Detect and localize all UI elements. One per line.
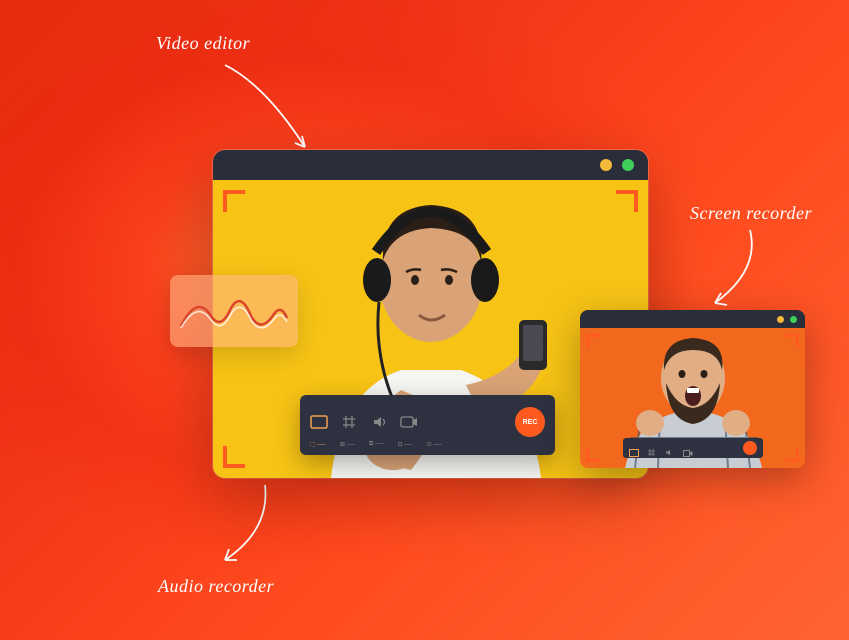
crop-mark-icon	[223, 446, 245, 468]
screen-area-icon[interactable]	[629, 444, 639, 452]
camera-icon[interactable]	[400, 415, 418, 429]
screen-recorder-window	[580, 310, 805, 468]
screen-recorder-label: Screen recorder	[690, 203, 812, 224]
minimize-icon[interactable]	[600, 159, 612, 171]
small-titlebar	[580, 310, 805, 328]
crop-icon[interactable]	[647, 444, 657, 452]
crop-mark-icon	[616, 190, 638, 212]
main-titlebar	[213, 150, 648, 180]
audio-icon[interactable]	[370, 415, 388, 429]
audio-waveform-card	[170, 275, 298, 347]
toolbar-footer: ⬚ ── ⊞ ── ⧉ ── ⊡ ── ⊙ ──	[300, 439, 555, 452]
toolbar-footer-item[interactable]: ⬚ ──	[310, 441, 326, 448]
camera-icon[interactable]	[683, 444, 693, 452]
waveform-icon	[179, 286, 289, 336]
toolbar-footer-item[interactable]: ⊙ ──	[427, 441, 442, 448]
crop-icon[interactable]	[340, 415, 358, 429]
arrow-audio-recorder	[210, 480, 290, 570]
record-button[interactable]	[743, 441, 757, 455]
maximize-icon[interactable]	[622, 159, 634, 171]
video-editor-label: Video editor	[156, 33, 250, 54]
arrow-screen-recorder	[690, 225, 770, 310]
recorder-toolbar: REC ⬚ ── ⊞ ── ⧉ ── ⊡ ── ⊙ ──	[300, 395, 555, 455]
audio-icon[interactable]	[665, 444, 675, 452]
record-button[interactable]: REC	[515, 407, 545, 437]
toolbar-title	[300, 395, 555, 405]
minimize-icon[interactable]	[777, 316, 784, 323]
small-canvas	[580, 328, 805, 468]
maximize-icon[interactable]	[790, 316, 797, 323]
toolbar-footer-item[interactable]: ⧉ ──	[369, 441, 383, 448]
arrow-video-editor	[215, 55, 335, 165]
audio-recorder-label: Audio recorder	[158, 576, 274, 597]
toolbar-footer-item[interactable]: ⊞ ──	[340, 441, 355, 448]
toolbar-footer-item[interactable]: ⊡ ──	[398, 441, 413, 448]
screen-area-icon[interactable]	[310, 415, 328, 429]
crop-mark-icon	[223, 190, 245, 212]
mini-recorder-toolbar	[623, 438, 763, 458]
